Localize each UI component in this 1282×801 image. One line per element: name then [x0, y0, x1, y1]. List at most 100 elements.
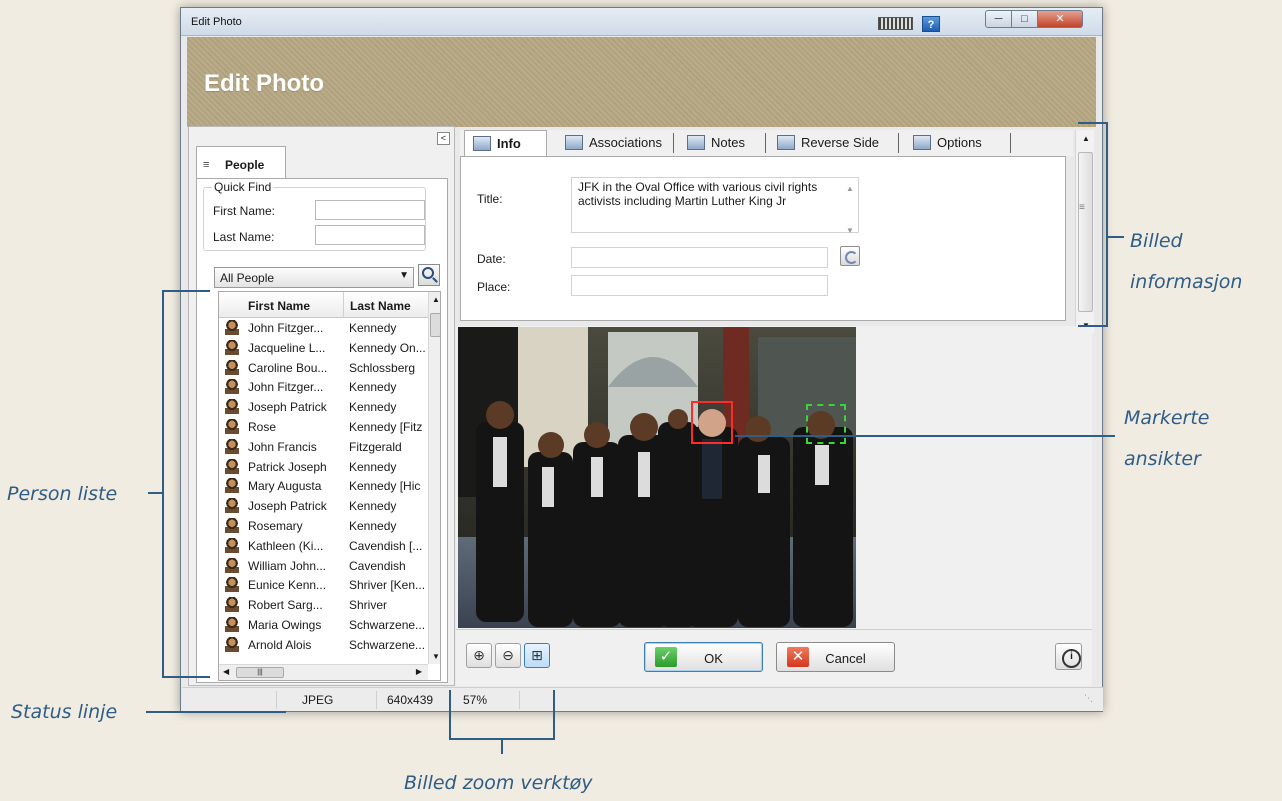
annotation-status-linje: Status linje	[11, 701, 118, 723]
last-name-cell: Cavendish	[349, 558, 406, 573]
last-name-cell: Schwarzene...	[349, 637, 426, 652]
scroll-thumb[interactable]	[430, 313, 440, 337]
associations-icon	[565, 135, 583, 150]
face-marker[interactable]	[806, 404, 846, 444]
person-icon	[225, 438, 239, 454]
tab-options[interactable]: Options	[901, 130, 1013, 156]
collapse-panel-button[interactable]: <	[437, 132, 450, 145]
table-row[interactable]: Patrick Joseph Kennedy	[219, 457, 428, 477]
person-icon	[225, 498, 239, 514]
scroll-left-icon[interactable]: ◀	[223, 667, 229, 676]
resize-grip-icon[interactable]: ⋱	[1084, 693, 1093, 704]
annotation-zoom-verktoy: Billed zoom verktøy	[404, 772, 593, 794]
minimize-button[interactable]: ─	[985, 10, 1012, 28]
tab-associations[interactable]: Associations	[555, 130, 675, 156]
column-first-name[interactable]: First Name	[248, 299, 310, 313]
people-filter-select[interactable]: All People ▼	[214, 267, 414, 288]
people-filter-value: All People	[220, 271, 275, 285]
last-name-cell: Fitzgerald	[349, 439, 402, 454]
table-row[interactable]: John Fitzger... Kennedy	[219, 377, 428, 397]
zoom-fit-button[interactable]: ⊞	[524, 643, 550, 668]
annotation-markerte-1: Markerte	[1124, 407, 1210, 429]
photo-viewer	[456, 326, 1092, 629]
chevron-down-icon: ▼	[399, 270, 409, 281]
table-row[interactable]: John Fitzger... Kennedy	[219, 318, 428, 338]
first-name-cell: Eunice Kenn...	[248, 578, 327, 593]
title-scrollbar[interactable]: ▲ ▼	[846, 182, 856, 235]
last-name-input[interactable]	[315, 225, 425, 245]
cancel-button[interactable]: ✕ Cancel	[776, 642, 895, 672]
tab-people[interactable]: ≡ People	[196, 146, 286, 179]
maximize-button[interactable]: □	[1011, 10, 1038, 28]
table-row[interactable]: Kathleen (Ki... Cavendish [...	[219, 536, 428, 556]
zoom-fit-icon: ⊞	[531, 647, 543, 663]
table-row[interactable]: Jacqueline L... Kennedy On...	[219, 338, 428, 358]
person-icon	[225, 478, 239, 494]
person-icon	[225, 616, 239, 632]
table-row[interactable]: Joseph Patrick Kennedy	[219, 397, 428, 417]
close-button[interactable]: ✕	[1037, 10, 1083, 28]
date-input[interactable]	[571, 247, 828, 268]
first-name-input[interactable]	[315, 200, 425, 220]
tab-notes[interactable]: Notes	[675, 130, 767, 156]
scroll-thumb[interactable]: |||	[236, 667, 284, 678]
title-textarea[interactable]: JFK in the Oval Office with various civi…	[571, 177, 859, 235]
zoom-in-button[interactable]: ⊕	[466, 643, 492, 668]
face-marker-selected[interactable]	[691, 401, 733, 444]
column-last-name[interactable]: Last Name	[350, 299, 411, 313]
first-name-cell: Rosemary	[248, 518, 303, 533]
table-header: First Name Last Name	[219, 292, 428, 318]
table-row[interactable]: Mary Augusta Kennedy [Hic	[219, 476, 428, 496]
first-name-cell: John Fitzger...	[248, 321, 324, 335]
person-list-vscroll[interactable]: ▲ ▼	[428, 292, 440, 664]
keyboard-icon[interactable]	[878, 17, 913, 30]
last-name-cell: Kennedy	[349, 499, 397, 514]
table-row[interactable]: Rose Kennedy [Fitz	[219, 417, 428, 437]
table-row[interactable]: Rosemary Kennedy	[219, 516, 428, 536]
ok-button[interactable]: ✓ OK	[644, 642, 763, 672]
title-bar[interactable]: Edit Photo ? ─ □ ✕	[181, 8, 1102, 36]
last-name-label: Last Name:	[213, 230, 275, 244]
place-input[interactable]	[571, 275, 828, 296]
scroll-down-icon[interactable]: ▼	[432, 652, 440, 661]
first-name-cell: Jacqueline L...	[248, 340, 326, 355]
info-vscroll[interactable]: ▲ ≡ ▼	[1075, 130, 1094, 333]
person-list-hscroll[interactable]: ◀ ||| ▶	[219, 664, 428, 680]
person-list[interactable]: First Name Last Name John Fitzger... Kenn…	[218, 291, 441, 681]
table-row[interactable]: Caroline Bou... Schlossberg	[219, 358, 428, 378]
first-name-label: First Name:	[213, 204, 276, 218]
scroll-up-icon[interactable]: ▲	[432, 295, 440, 304]
tab-reverse-side[interactable]: Reverse Side	[767, 130, 901, 156]
quick-find-group: Quick Find First Name: Last Name:	[203, 180, 426, 251]
table-row[interactable]: Joseph Patrick Kennedy	[219, 496, 428, 516]
table-row[interactable]: Robert Sarg... Shriver	[219, 595, 428, 615]
window-title: Edit Photo	[191, 16, 242, 28]
info-button[interactable]	[1055, 643, 1082, 670]
table-row[interactable]: William John... Cavendish	[219, 556, 428, 576]
options-icon	[913, 135, 931, 150]
person-icon	[225, 339, 239, 355]
table-row[interactable]: Eunice Kenn... Shriver [Ken...	[219, 575, 428, 595]
last-name-cell: Kennedy	[349, 459, 397, 474]
last-name-cell: Shriver	[349, 598, 388, 613]
scroll-up-icon[interactable]: ▲	[1082, 134, 1090, 143]
last-name-cell: Kennedy [Hic	[349, 479, 421, 494]
tab-info[interactable]: Info	[464, 130, 547, 156]
banner-title: Edit Photo	[204, 70, 324, 97]
person-icon	[225, 636, 239, 652]
table-row[interactable]: Arnold Alois Schwarzene...	[219, 635, 428, 655]
table-row[interactable]: Maria Owings Schwarzene...	[219, 615, 428, 635]
people-panel: < ≡ People Quick Find First Name: Last N…	[188, 126, 455, 686]
photo-image[interactable]	[458, 327, 856, 628]
help-icon[interactable]: ?	[922, 16, 940, 32]
table-row[interactable]: John Francis Fitzgerald	[219, 437, 428, 457]
date-picker-button[interactable]	[840, 246, 860, 266]
search-button[interactable]	[418, 264, 440, 286]
annotation-markerte-2: ansikter	[1124, 448, 1201, 470]
scroll-thumb[interactable]	[1078, 152, 1093, 312]
person-icon	[225, 557, 239, 573]
first-name-cell: Maria Owings	[248, 617, 322, 632]
scroll-right-icon[interactable]: ▶	[416, 667, 422, 676]
zoom-out-button[interactable]: ⊖	[495, 643, 521, 668]
first-name-cell: Patrick Joseph	[248, 459, 327, 474]
